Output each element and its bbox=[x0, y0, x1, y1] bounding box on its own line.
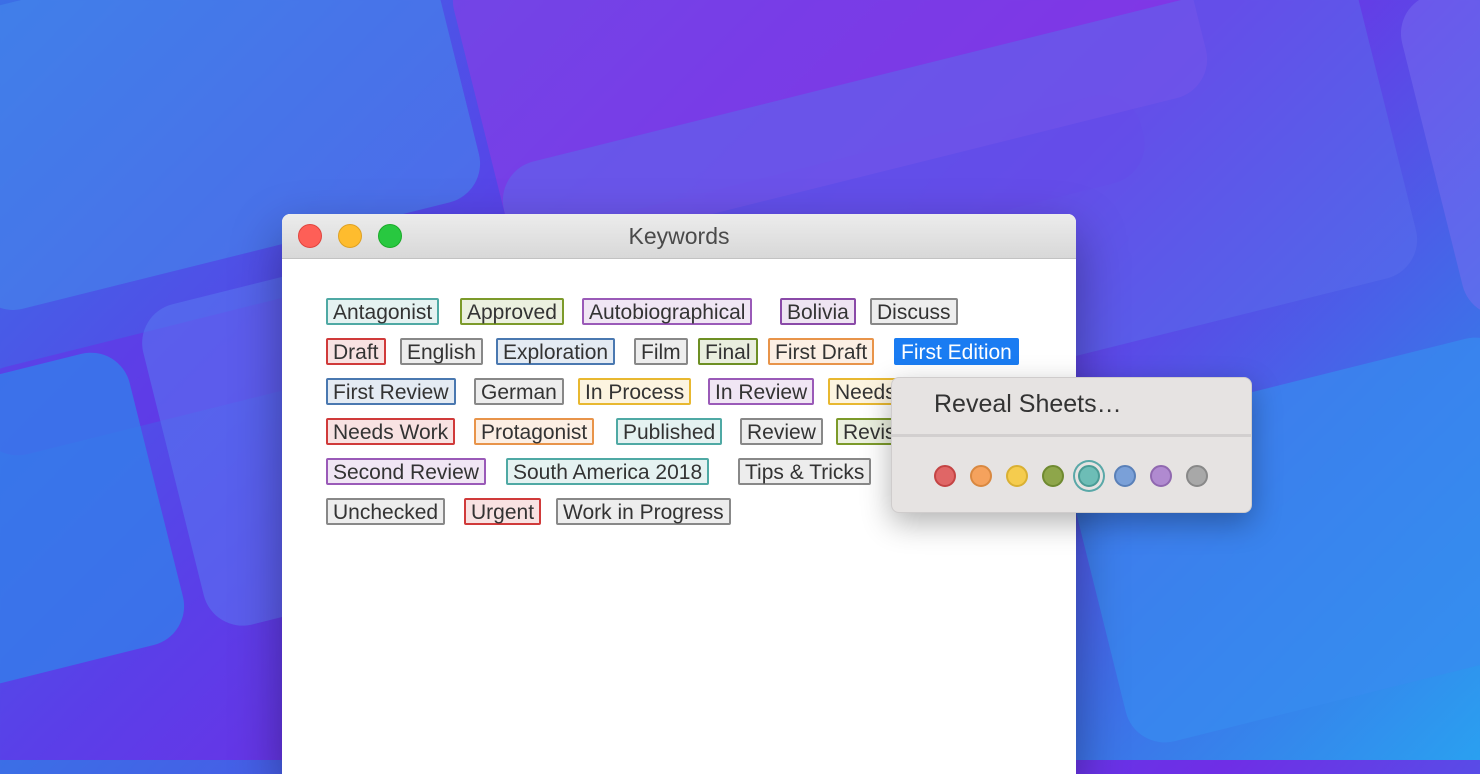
keyword-tag[interactable]: English bbox=[400, 338, 483, 365]
keyword-tag[interactable]: Unchecked bbox=[326, 498, 446, 525]
keyword-tag[interactable]: Urgent bbox=[464, 498, 542, 525]
keyword-tag[interactable]: Second Review bbox=[326, 458, 486, 485]
color-dot-red[interactable] bbox=[934, 465, 956, 487]
keyword-tag-selected[interactable]: First Edition bbox=[894, 338, 1019, 365]
keyword-tag[interactable]: Bolivia bbox=[780, 298, 856, 325]
reveal-sheets-menu-item[interactable]: Reveal Sheets… bbox=[934, 390, 1122, 419]
color-dot-gray[interactable] bbox=[1186, 465, 1208, 487]
keyword-row: Antagonist Approved Autobiographical Bol… bbox=[326, 298, 1046, 338]
keyword-tag[interactable]: Needs Work bbox=[326, 418, 456, 445]
keyword-tag[interactable]: First Draft bbox=[768, 338, 875, 365]
keyword-tag[interactable]: Film bbox=[634, 338, 688, 365]
color-dot-blue[interactable] bbox=[1114, 465, 1136, 487]
keyword-tag[interactable]: Exploration bbox=[496, 338, 616, 365]
color-dot-teal[interactable] bbox=[1078, 465, 1100, 487]
keyword-tag[interactable]: German bbox=[474, 378, 564, 405]
color-dot-purple[interactable] bbox=[1150, 465, 1172, 487]
keyword-tag[interactable]: Antagonist bbox=[326, 298, 440, 325]
keyword-row: Draft English Exploration Film Final Fir… bbox=[326, 338, 1046, 378]
title-bar[interactable]: Keywords bbox=[282, 214, 1076, 259]
keyword-tag[interactable]: Tips & Tricks bbox=[738, 458, 872, 485]
keyword-tag[interactable]: Approved bbox=[460, 298, 564, 325]
color-dot-yellow[interactable] bbox=[1006, 465, 1028, 487]
keyword-tag[interactable]: Final bbox=[698, 338, 758, 365]
keyword-tag[interactable]: Review bbox=[740, 418, 823, 445]
color-dot-orange[interactable] bbox=[970, 465, 992, 487]
keyword-tag[interactable]: Discuss bbox=[870, 298, 958, 325]
context-menu: Reveal Sheets… bbox=[891, 377, 1252, 513]
menu-separator bbox=[892, 434, 1251, 437]
keyword-tag[interactable]: First Review bbox=[326, 378, 456, 405]
window-title: Keywords bbox=[628, 223, 730, 249]
keyword-tag[interactable]: Autobiographical bbox=[582, 298, 753, 325]
keyword-tag[interactable]: In Review bbox=[708, 378, 815, 405]
color-dot-green[interactable] bbox=[1042, 465, 1064, 487]
keyword-tag[interactable]: Work in Progress bbox=[556, 498, 731, 525]
keyword-tag[interactable]: In Process bbox=[578, 378, 692, 405]
background-shape bbox=[1392, 0, 1480, 325]
keyword-tag[interactable]: Published bbox=[616, 418, 723, 445]
keyword-tag[interactable]: South America 2018 bbox=[506, 458, 710, 485]
keyword-tag[interactable]: Draft bbox=[326, 338, 386, 365]
keyword-tag[interactable]: Protagonist bbox=[474, 418, 595, 445]
